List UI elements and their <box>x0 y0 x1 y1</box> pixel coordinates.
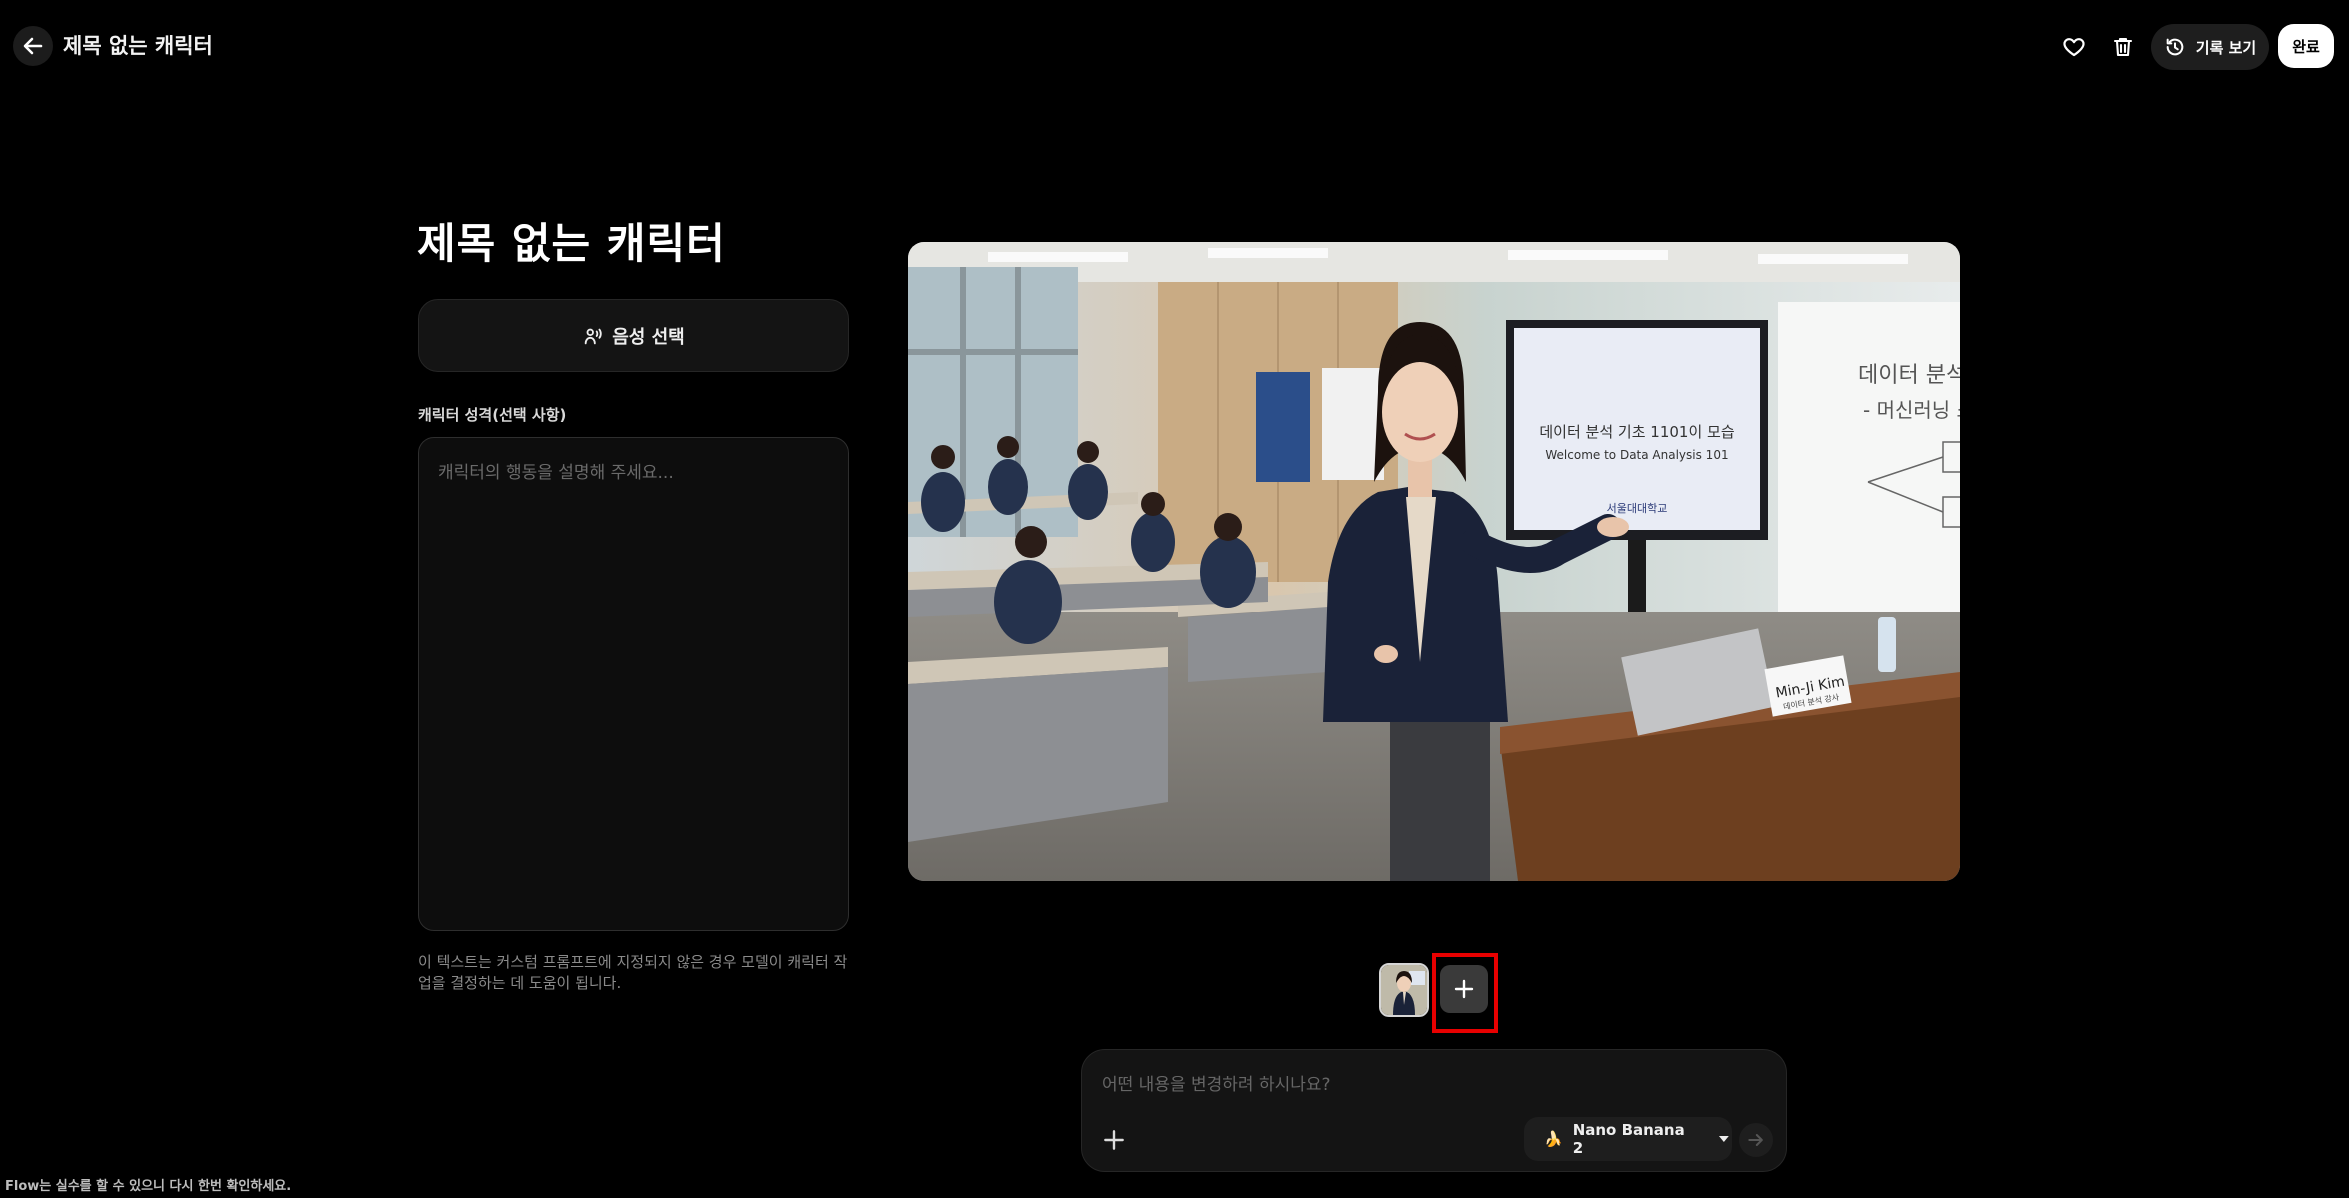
voice-select-label: 음성 선택 <box>612 326 685 348</box>
reference-thumbnail[interactable] <box>1379 963 1429 1017</box>
persona-textarea[interactable] <box>418 437 849 931</box>
character-title: 제목 없는 캐릭터 <box>417 219 726 268</box>
persona-help-text: 이 텍스트는 커스텀 프롬프트에 지정되지 않은 경우 모델이 캐릭터 작업을 … <box>418 953 848 992</box>
disclaimer-text: Flow는 실수를 할 수 있으니 다시 한번 확인하세요. <box>5 1179 292 1194</box>
arrow-right-icon <box>1748 1134 1763 1146</box>
prompt-add-button[interactable] <box>1096 1122 1132 1158</box>
screen-title-ko: 데이터 분석 기초 1101이 모습 <box>1539 423 1734 441</box>
page-title: 제목 없는 캐릭터 <box>63 34 213 58</box>
history-label: 기록 보기 <box>2195 38 2257 57</box>
voice-icon <box>584 328 602 344</box>
prompt-input[interactable] <box>1102 1070 1742 1100</box>
prompt-bar: 🍌 Nano Banana 2 <box>1081 1049 1787 1172</box>
back-button[interactable] <box>13 26 53 66</box>
whiteboard-text-2: - 머신러닝 소개 <box>1863 398 1960 422</box>
voice-select-button[interactable]: 음성 선택 <box>418 299 849 372</box>
top-bar: 제목 없는 캐릭터 기록 보기 완료 <box>0 0 2349 92</box>
caret-down-icon <box>1719 1136 1730 1142</box>
model-select[interactable]: 🍌 Nano Banana 2 <box>1524 1117 1732 1161</box>
persona-label: 캐릭터 성격(선택 사항) <box>418 406 567 424</box>
delete-button[interactable] <box>2102 26 2144 68</box>
history-icon <box>2166 38 2184 56</box>
arrow-left-icon <box>23 37 43 55</box>
history-button[interactable]: 기록 보기 <box>2151 24 2269 70</box>
model-label: Nano Banana 2 <box>1572 1121 1685 1157</box>
trash-icon <box>2113 37 2133 57</box>
screen-title-en: Welcome to Data Analysis 101 <box>1545 448 1728 462</box>
plus-icon <box>1454 979 1474 999</box>
screen-org: 서울대대학교 <box>1607 502 1668 515</box>
send-button[interactable] <box>1739 1123 1773 1157</box>
add-reference-button[interactable] <box>1440 965 1488 1013</box>
plus-icon <box>1104 1130 1124 1150</box>
character-image: 데이터 분석 기 - 머신러닝 소개 데이터 분석 기초 1101이 모습 We… <box>908 242 1960 881</box>
heart-icon <box>2063 38 2085 57</box>
whiteboard-text-1: 데이터 분석 기 <box>1858 363 1960 388</box>
favorite-button[interactable] <box>2053 26 2095 68</box>
banana-icon: 🍌 <box>1544 1130 1563 1148</box>
done-button[interactable]: 완료 <box>2278 24 2334 68</box>
